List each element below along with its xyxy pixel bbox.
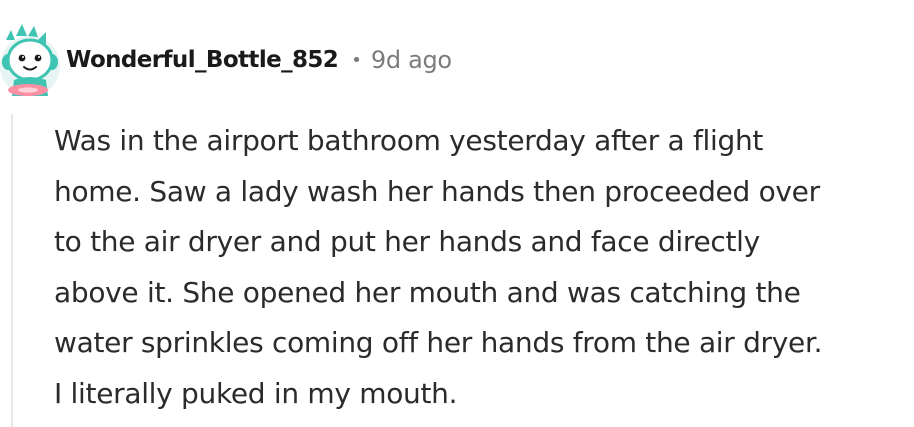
comment-header: Wonderful_Bottle_852 • 9d ago xyxy=(66,42,452,78)
snoo-avatar-icon[interactable] xyxy=(0,20,62,98)
comment-body: Was in the airport bathroom yesterday af… xyxy=(54,124,823,410)
comment: Wonderful_Bottle_852 • 9d ago Was in the… xyxy=(0,0,914,427)
thread-line[interactable] xyxy=(11,114,13,427)
separator-dot: • xyxy=(351,49,362,71)
username-link[interactable]: Wonderful_Bottle_852 xyxy=(66,47,339,73)
comment-timestamp[interactable]: 9d ago xyxy=(371,46,452,74)
